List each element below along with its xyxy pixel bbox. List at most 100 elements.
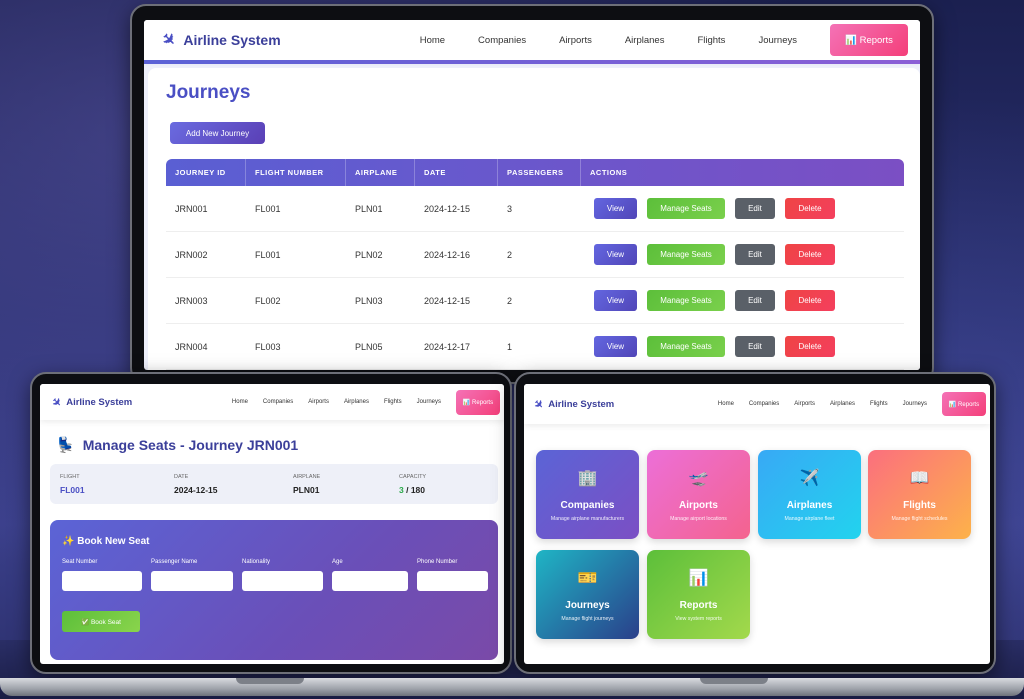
book-seat-panel: ✨ Book New Seat Seat Number Passenger Na… <box>50 520 498 660</box>
nav-airports[interactable]: Airports <box>559 35 592 46</box>
brand-logo[interactable]: ✈ Airline System <box>158 30 281 52</box>
cell-airplane: PLN01 <box>355 203 383 214</box>
nav-home[interactable]: Home <box>420 35 445 46</box>
seat-number-input[interactable] <box>62 571 142 591</box>
delete-button[interactable]: Delete <box>785 336 835 357</box>
manage-seats-button[interactable]: Manage Seats <box>647 198 725 219</box>
journeys-card: Journeys Add New Journey JOURNEY ID FLIG… <box>148 68 920 370</box>
age-input[interactable] <box>332 571 408 591</box>
edit-button[interactable]: Edit <box>735 336 775 357</box>
nav-companies[interactable]: Companies <box>749 401 779 407</box>
nav-airplanes[interactable]: Airplanes <box>625 35 665 46</box>
date-label: DATE <box>174 474 189 480</box>
flight-value: FL001 <box>60 485 85 495</box>
add-journey-button[interactable]: Add New Journey <box>170 122 265 144</box>
brand-name: Airline System <box>548 398 615 410</box>
nav-journeys[interactable]: Journeys <box>903 401 927 407</box>
cell-flight: FL001 <box>255 203 281 214</box>
seat-icon: 💺 <box>56 437 75 454</box>
nav-flights[interactable]: Flights <box>697 35 725 46</box>
page-title: Journeys <box>166 82 251 103</box>
cell-flight: FL003 <box>255 341 281 352</box>
journey-info-panel: FLIGHT FL001 DATE 2024-12-15 AIRPLANE PL… <box>50 464 498 504</box>
tile-airports[interactable]: 🛫 Airports Manage airport locations <box>647 450 750 539</box>
trackpad-notch-left <box>236 678 304 684</box>
tile-description: Manage airplane manufacturers <box>550 516 625 522</box>
brand-logo[interactable]: ✈ Airline System <box>530 396 615 412</box>
nav-journeys[interactable]: Journeys <box>758 35 797 46</box>
phone-number-label: Phone Number <box>417 559 458 565</box>
delete-button[interactable]: Delete <box>785 198 835 219</box>
nav-links: Home Companies Airports Airplanes Flight… <box>420 24 908 56</box>
col-journey-id: JOURNEY ID <box>166 159 246 186</box>
manage-seats-button[interactable]: Manage Seats <box>647 244 725 265</box>
manage-seats-screen: ✈ Airline System Home Companies Airports … <box>40 384 504 664</box>
cell-airplane: PLN03 <box>355 295 383 306</box>
airplane-label: AIRPLANE <box>293 474 321 480</box>
nav-flights[interactable]: Flights <box>384 399 402 405</box>
reports-button[interactable]: 📊 Reports <box>830 24 908 56</box>
laptop-journeys: ✈ Airline System Home Companies Airports … <box>130 4 934 384</box>
delete-button[interactable]: Delete <box>785 290 835 311</box>
date-value: 2024-12-15 <box>174 485 218 495</box>
view-button[interactable]: View <box>594 290 637 311</box>
col-date: DATE <box>415 159 498 186</box>
nav-journeys[interactable]: Journeys <box>417 399 441 405</box>
chart-icon: 📊 <box>688 570 709 587</box>
edit-button[interactable]: Edit <box>735 290 775 311</box>
nav-airplanes[interactable]: Airplanes <box>344 399 369 405</box>
navbar: ✈ Airline System Home Companies Airports … <box>40 384 504 420</box>
nav-home[interactable]: Home <box>718 401 734 407</box>
manage-seats-button[interactable]: Manage Seats <box>647 290 725 311</box>
view-button[interactable]: View <box>594 336 637 357</box>
nav-airports[interactable]: Airports <box>794 401 815 407</box>
reports-button[interactable]: 📊 Reports <box>456 389 500 415</box>
passenger-name-input[interactable] <box>151 571 233 591</box>
delete-button[interactable]: Delete <box>785 244 835 265</box>
table-row: JRN003 FL002 PLN03 2024-12-15 2 View Man… <box>166 278 904 324</box>
nationality-input[interactable] <box>242 571 323 591</box>
tile-title: Airports <box>679 500 718 511</box>
cell-journey-id: JRN001 <box>175 203 208 214</box>
nav-links: Home Companies Airports Airplanes Flight… <box>232 389 500 415</box>
phone-number-input[interactable] <box>417 571 488 591</box>
journeys-screen: ✈ Airline System Home Companies Airports … <box>144 20 920 370</box>
tile-title: Airplanes <box>786 500 833 511</box>
book-icon: 📖 <box>909 470 930 487</box>
nav-links: Home Companies Airports Airplanes Flight… <box>718 392 986 416</box>
nav-home[interactable]: Home <box>232 399 248 405</box>
capacity-label: CAPACITY <box>399 474 427 480</box>
col-actions: ACTIONS <box>590 168 628 177</box>
tile-companies[interactable]: 🏢 Companies Manage airplane manufacturer… <box>536 450 639 539</box>
edit-button[interactable]: Edit <box>735 198 775 219</box>
tile-flights[interactable]: 📖 Flights Manage flight schedules <box>868 450 971 539</box>
cell-passengers: 3 <box>507 203 513 214</box>
col-flight-number: FLIGHT NUMBER <box>246 159 346 186</box>
departure-icon: 🛫 <box>688 470 709 487</box>
nav-flights[interactable]: Flights <box>870 401 888 407</box>
manage-seats-button[interactable]: Manage Seats <box>647 336 725 357</box>
cell-flight: FL001 <box>255 249 281 260</box>
nav-companies[interactable]: Companies <box>478 35 526 46</box>
plane-icon: ✈ <box>530 396 546 412</box>
brand-logo[interactable]: ✈ Airline System <box>49 395 132 410</box>
plane-icon: ✈ <box>157 29 180 52</box>
tile-description: View system reports <box>675 616 722 622</box>
cell-date: 2024-12-15 <box>424 203 471 214</box>
book-seat-button[interactable]: ✅ Book Seat <box>62 611 140 632</box>
navbar: ✈ Airline System Home Companies Airports … <box>524 384 990 424</box>
nav-companies[interactable]: Companies <box>263 399 293 405</box>
nav-airports[interactable]: Airports <box>308 399 329 405</box>
view-button[interactable]: View <box>594 198 637 219</box>
tile-reports[interactable]: 📊 Reports View system reports <box>647 550 750 639</box>
view-button[interactable]: View <box>594 244 637 265</box>
laptop-manage-seats: ✈ Airline System Home Companies Airports … <box>30 372 512 674</box>
tile-airplanes[interactable]: ✈️ Airplanes Manage airplane fleet <box>758 450 861 539</box>
reports-button[interactable]: 📊 Reports <box>942 392 986 416</box>
brand-name: Airline System <box>183 32 281 48</box>
table-row: JRN004 FL003 PLN05 2024-12-17 1 View Man… <box>166 324 904 370</box>
nav-airplanes[interactable]: Airplanes <box>830 401 855 407</box>
tile-journeys[interactable]: 🎫 Journeys Manage flight journeys <box>536 550 639 639</box>
cell-journey-id: JRN003 <box>175 295 208 306</box>
edit-button[interactable]: Edit <box>735 244 775 265</box>
